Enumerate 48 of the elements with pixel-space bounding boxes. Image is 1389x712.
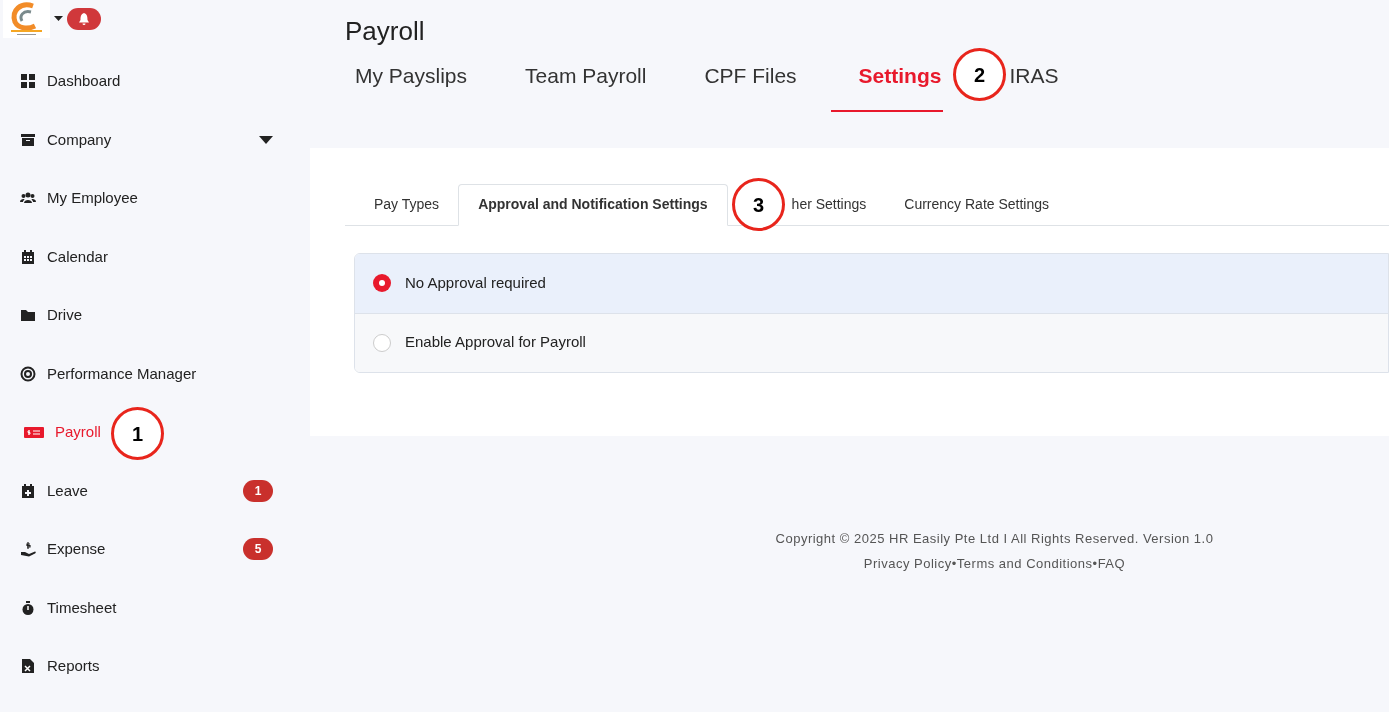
footer-link[interactable]: FAQ xyxy=(1097,554,1126,574)
sidebar-item[interactable]: Performance Manager xyxy=(20,362,197,385)
sidebar-item[interactable]: Company xyxy=(20,128,112,151)
section-tab[interactable]: Approval and Notification Settings xyxy=(458,183,728,226)
page-title: Payroll xyxy=(345,16,426,46)
step-number-callout: 2 xyxy=(953,48,1006,101)
radio-option[interactable]: Enable Approval for Payroll xyxy=(355,312,1388,372)
calendar-plus-icon xyxy=(20,482,36,499)
separator-dot: • xyxy=(951,555,957,573)
radio-button[interactable] xyxy=(373,274,391,292)
sidebar-item[interactable]: My Employee xyxy=(20,187,138,210)
radio-option[interactable]: No Approval required xyxy=(355,253,1388,313)
section-tab[interactable]: Currency Rate Settings xyxy=(885,183,1069,226)
sidebar-item[interactable]: Leave xyxy=(20,479,88,502)
money-bill-icon xyxy=(24,424,44,441)
grid-icon xyxy=(20,73,36,90)
excel-file-icon xyxy=(20,658,36,675)
section-tab[interactable]: Pay Types xyxy=(355,183,459,226)
footer-link[interactable]: Terms and Conditions xyxy=(956,554,1093,574)
sidebar-item[interactable]: Dashboard xyxy=(20,70,121,93)
sidebar-item[interactable]: Calendar xyxy=(20,245,108,268)
stopwatch-icon xyxy=(20,599,36,616)
hand-dollar-icon xyxy=(20,541,36,558)
notification-bell-button[interactable] xyxy=(67,8,101,30)
archive-box-icon xyxy=(20,131,36,148)
radio-button[interactable] xyxy=(373,333,391,352)
copyright-text: Copyright © 2025 HR Easily Pte Ltd I All Rights Reserved. Version 1.0 xyxy=(775,529,1214,548)
dropdown-caret-icon[interactable] xyxy=(259,135,273,144)
separator-dot: • xyxy=(1092,555,1098,573)
count-badge: 5 xyxy=(243,538,273,561)
step-number-callout: 1 xyxy=(111,407,164,460)
bell-icon xyxy=(78,12,90,26)
count-badge: 1 xyxy=(243,479,273,502)
sidebar-item[interactable]: Expense xyxy=(20,538,106,561)
page-tab[interactable]: My Payslips xyxy=(355,58,492,112)
footer-link[interactable]: Privacy Policy xyxy=(863,554,952,574)
sidebar-item[interactable]: Payroll xyxy=(20,421,101,444)
sidebar-item[interactable]: Timesheet xyxy=(20,596,117,619)
calendar-icon xyxy=(20,248,36,265)
page-tab[interactable]: Team Payroll xyxy=(501,58,671,112)
page-tab[interactable]: CPF Files xyxy=(680,58,821,112)
sidebar-item[interactable]: Drive xyxy=(20,304,82,327)
folder-icon xyxy=(20,307,36,324)
caret-icon[interactable] xyxy=(54,16,63,22)
sidebar-item[interactable]: Reports xyxy=(20,655,100,678)
target-icon xyxy=(20,365,36,382)
page-tab[interactable]: IRAS xyxy=(1009,58,1083,112)
page-tab[interactable]: Settings xyxy=(830,58,944,112)
